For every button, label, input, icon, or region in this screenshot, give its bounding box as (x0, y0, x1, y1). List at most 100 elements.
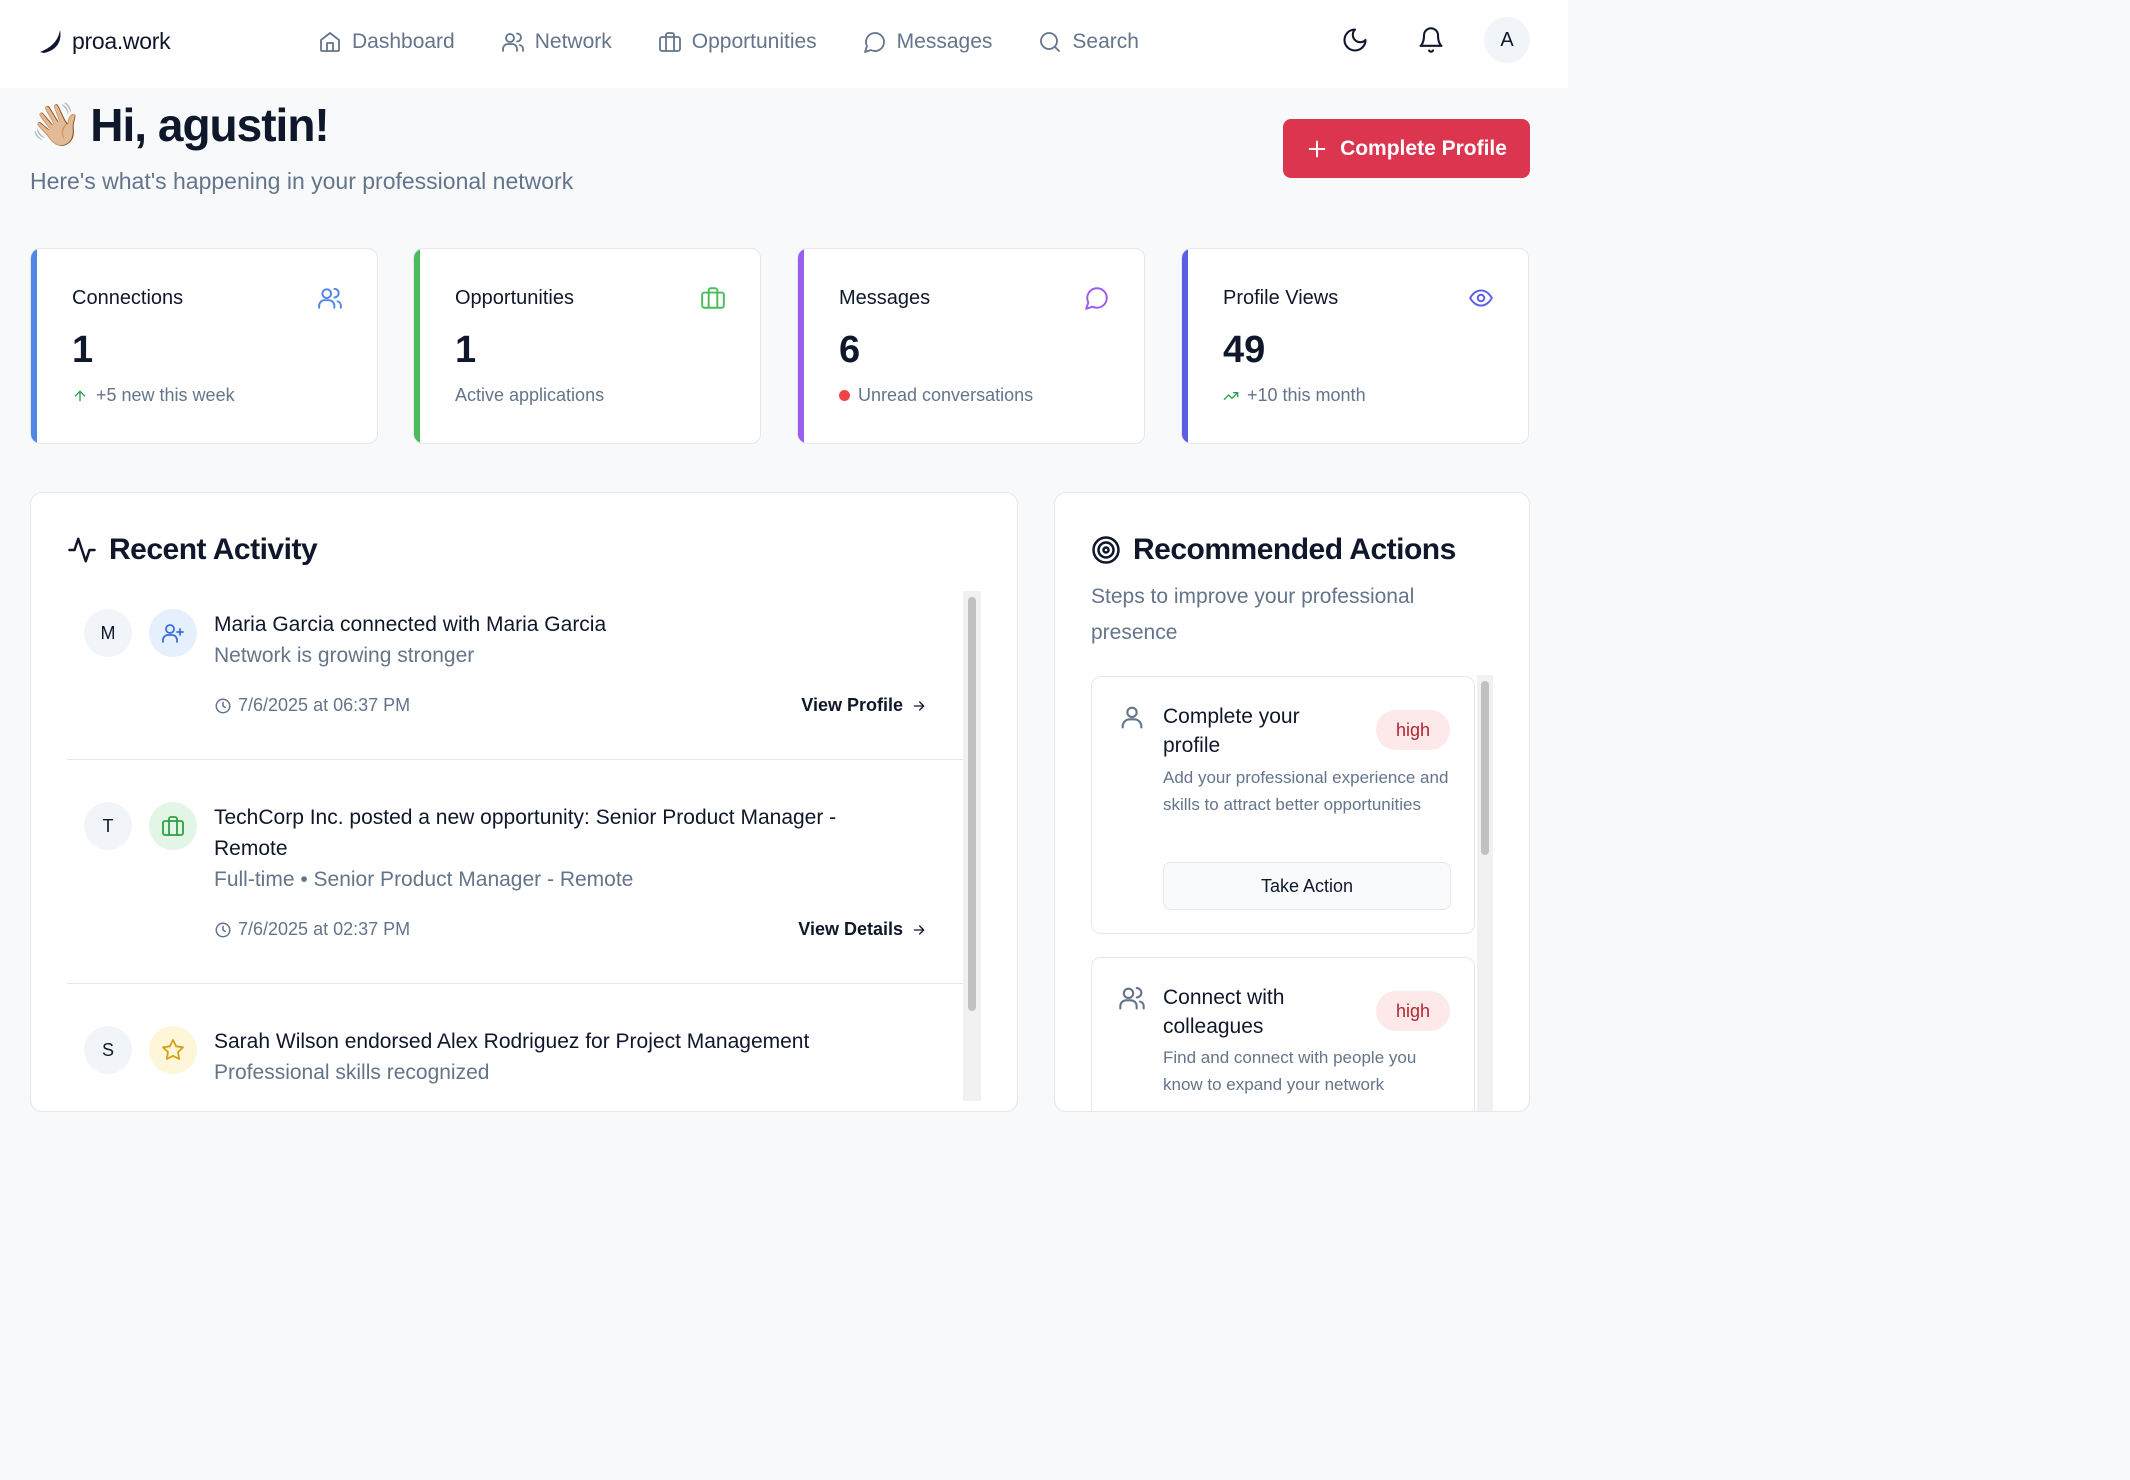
stat-card-messages[interactable]: Messages 6 Unread conversations (797, 248, 1145, 444)
recommendation-description: Find and connect with people you know to… (1163, 1048, 1417, 1094)
stat-value: 49 (1223, 329, 1266, 371)
activity-divider (67, 759, 963, 760)
activity-description: Professional skills recognized (214, 1061, 490, 1084)
activity-timestamp: 7/6/2025 at 06:37 PM (214, 695, 410, 716)
stat-subtext-label: Active applications (455, 385, 605, 405)
stat-subtext: +10 this month (1223, 385, 1366, 406)
recent-activity-panel: Recent Activity M Maria Garcia connected… (30, 492, 1018, 1112)
stat-card-profile-views[interactable]: Profile Views 49 +10 this month (1181, 248, 1529, 444)
activity-pulse-icon (68, 537, 96, 563)
clock-icon (215, 698, 231, 713)
page-title: Hi, agustin! (90, 99, 329, 151)
nav-messages-label: Messages (896, 30, 993, 53)
activity-description: Full-time • Senior Product Manager - Rem… (214, 868, 634, 891)
eye-icon (1468, 285, 1494, 311)
stat-subtext-label: +5 new this week (96, 385, 235, 405)
stat-card-opportunities[interactable]: Opportunities 1 Active applications (413, 248, 761, 444)
user-avatar[interactable]: A (1484, 17, 1530, 63)
activity-time-label: 7/6/2025 at 06:37 PM (238, 695, 411, 715)
view-profile-link[interactable]: View Profile (801, 695, 927, 716)
briefcase-icon (658, 32, 681, 52)
recommendation-card-complete-profile: Complete your profile high Add your prof… (1091, 676, 1475, 934)
stat-subtext-label: +10 this month (1247, 385, 1366, 405)
stat-subtext: Unread conversations (839, 385, 1033, 406)
activity-scrollbar-thumb[interactable] (968, 597, 976, 1011)
bell-icon (1419, 27, 1443, 53)
activity-description: Network is growing stronger (214, 644, 475, 667)
briefcase-icon (700, 285, 726, 311)
wave-emoji-icon: 👋🏼 (30, 101, 83, 148)
users-icon (501, 32, 524, 52)
stat-card-connections[interactable]: Connections 1 +5 new this week (30, 248, 378, 444)
view-details-link[interactable]: View Details (798, 919, 927, 940)
recommendation-title: Connect with colleagues (1163, 986, 1285, 1038)
main-nav: Dashboard Network Opportunities Messages… (318, 24, 1139, 60)
nav-opportunities-label: Opportunities (691, 30, 817, 53)
nav-network-label: Network (534, 30, 612, 53)
nav-dashboard-label: Dashboard (352, 30, 455, 53)
plus-icon (1308, 140, 1326, 157)
users-icon (317, 285, 343, 311)
activity-title: Sarah Wilson endorsed Alex Rodriguez for… (214, 1030, 810, 1053)
actor-avatar[interactable]: T (84, 802, 132, 850)
endorsement-type-badge (149, 1026, 197, 1074)
view-profile-label: View Profile (801, 695, 903, 715)
users-icon (1118, 984, 1146, 1012)
unread-dot-icon (839, 390, 850, 401)
top-navigation-bar: proa.work Dashboard Network Opportunitie… (0, 0, 1568, 88)
recent-activity-title: Recent Activity (109, 533, 318, 566)
recommended-actions-panel: Recommended Actions Steps to improve you… (1054, 492, 1530, 1112)
activity-timestamp: 7/6/2025 at 02:37 PM (214, 919, 410, 940)
user-icon (1118, 703, 1146, 731)
user-plus-icon (162, 624, 184, 643)
nav-search[interactable]: Search (1038, 24, 1139, 60)
priority-badge: high (1376, 991, 1450, 1031)
stat-value: 6 (839, 329, 861, 371)
nav-messages[interactable]: Messages (863, 24, 993, 60)
stat-label: Connections (72, 287, 184, 309)
take-action-button[interactable]: Take Action (1163, 862, 1451, 910)
theme-toggle-button[interactable] (1332, 17, 1378, 63)
recommendation-card-connect-colleagues: Connect with colleagues high Find and co… (1091, 957, 1475, 1111)
page-subtitle: Here's what's happening in your professi… (30, 168, 574, 194)
proa-logo-icon (40, 30, 61, 53)
activity-title: TechCorp Inc. posted a new opportunity: … (214, 806, 837, 860)
stat-value: 1 (72, 329, 94, 371)
nav-dashboard[interactable]: Dashboard (318, 24, 455, 60)
view-details-label: View Details (798, 919, 903, 939)
greeting: 👋🏼 Hi, agustin! (30, 99, 330, 151)
brand-logo[interactable]: proa.work (36, 26, 171, 56)
arrow-right-icon (913, 924, 925, 935)
briefcase-icon (162, 816, 184, 836)
priority-badge: high (1376, 710, 1450, 750)
arrow-up-icon (74, 390, 86, 401)
recommended-actions-heading: Recommended Actions (1091, 533, 1456, 567)
nav-opportunities[interactable]: Opportunities (658, 24, 817, 60)
recommendations-scrollbar[interactable] (1477, 675, 1493, 1111)
star-icon (162, 1039, 184, 1060)
activity-time-label: 7/6/2025 at 02:37 PM (238, 919, 411, 939)
moon-icon (1343, 28, 1367, 52)
recommended-actions-subtitle: Steps to improve your professional prese… (1091, 585, 1415, 644)
brand-name: proa.work (72, 27, 171, 54)
complete-profile-label: Complete Profile (1340, 136, 1507, 160)
home-icon (320, 32, 340, 52)
actor-avatar[interactable]: M (84, 609, 132, 657)
recent-activity-heading: Recent Activity (67, 533, 318, 567)
recommendations-scrollbar-thumb[interactable] (1481, 681, 1489, 855)
nav-network[interactable]: Network (501, 24, 612, 60)
chat-icon (1084, 285, 1110, 311)
arrow-right-icon (913, 700, 925, 711)
chat-icon (863, 32, 885, 53)
target-icon (1092, 536, 1120, 564)
complete-profile-button[interactable]: Complete Profile (1283, 119, 1530, 178)
stat-value: 1 (455, 329, 477, 371)
recommended-actions-title: Recommended Actions (1133, 533, 1456, 566)
notifications-button[interactable] (1408, 17, 1454, 63)
recommendation-title: Complete your profile (1163, 705, 1300, 757)
stat-label: Messages (839, 287, 931, 309)
recommendation-description: Add your professional experience and ski… (1163, 768, 1449, 814)
actor-avatar[interactable]: S (84, 1026, 132, 1074)
header-actions: A (1332, 17, 1530, 63)
activity-scrollbar[interactable] (963, 591, 981, 1101)
